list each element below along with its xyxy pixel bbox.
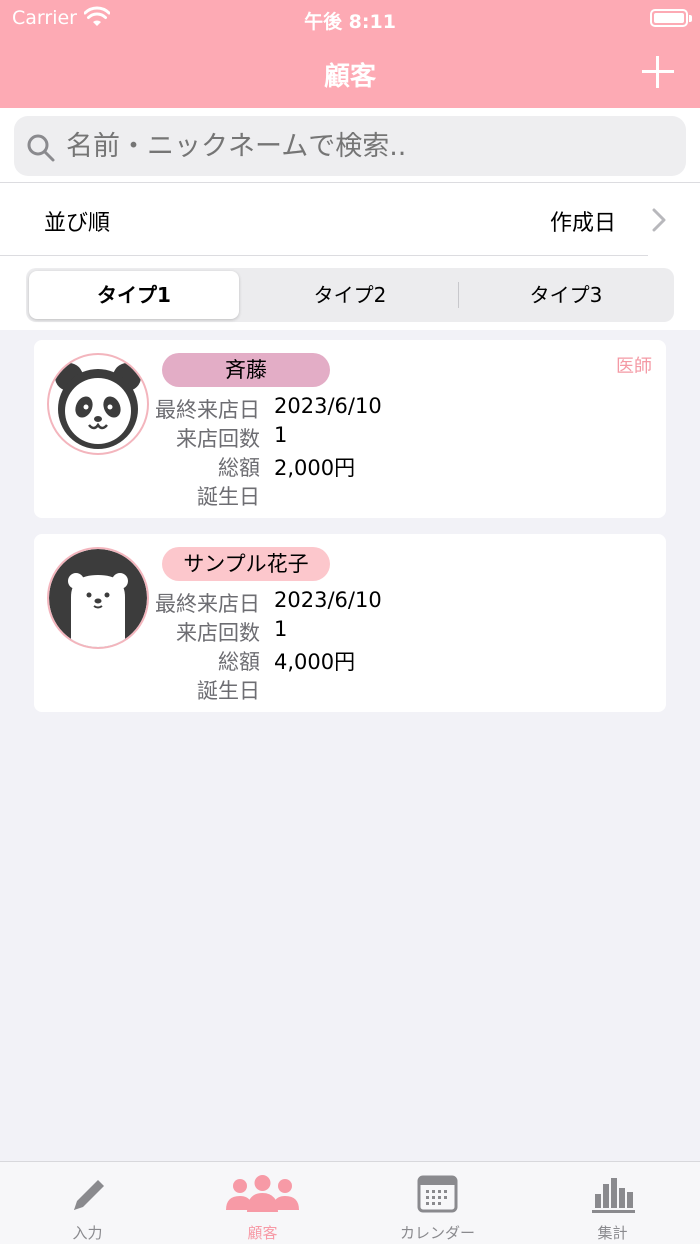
- search-bar: [0, 108, 700, 183]
- chevron-right-icon: [652, 208, 666, 232]
- tab-label: 入力: [72, 1224, 103, 1242]
- type-segmented-control: タイプ1 タイプ2 タイプ3: [26, 268, 674, 322]
- total-label: 総額: [218, 650, 260, 674]
- calendar-icon: [417, 1175, 458, 1213]
- add-customer-button[interactable]: [638, 52, 678, 92]
- status-time: 午後 8:11: [304, 11, 396, 33]
- total-value: 2,000円: [274, 456, 356, 480]
- tab-label: 顧客: [247, 1224, 278, 1242]
- tab-label: カレンダー: [399, 1224, 475, 1242]
- page-title: 顧客: [323, 62, 376, 92]
- tab-label: 集計: [597, 1224, 628, 1242]
- last-visit-value: 2023/6/10: [274, 588, 382, 612]
- customer-card[interactable]: サンプル花子 最終来店日 2023/6/10 来店回数 1 総額 4,000円 …: [34, 534, 666, 712]
- customer-name-badge: 斉藤: [162, 353, 330, 387]
- segment-type3[interactable]: タイプ3: [461, 271, 671, 319]
- tab-input[interactable]: 入力: [0, 1162, 175, 1244]
- segment-type2[interactable]: タイプ2: [245, 271, 455, 319]
- bar-chart-icon: [592, 1178, 635, 1213]
- pencil-icon: [74, 1180, 104, 1210]
- people-icon: [226, 1175, 299, 1212]
- sort-value: 作成日: [549, 211, 616, 236]
- visit-count-label: 来店回数: [176, 427, 260, 451]
- sort-label: 並び順: [44, 211, 111, 236]
- tab-customers[interactable]: 顧客: [175, 1162, 350, 1244]
- search-icon: [27, 134, 55, 162]
- visit-count-value: 1: [274, 423, 288, 447]
- battery-icon: [650, 9, 692, 27]
- customer-type-tag: 医師: [616, 356, 652, 377]
- last-visit-value: 2023/6/10: [274, 394, 382, 418]
- birthday-label: 誕生日: [197, 485, 260, 509]
- search-input[interactable]: [14, 116, 686, 176]
- sort-order-row[interactable]: 並び順 作成日: [0, 183, 700, 256]
- birthday-label: 誕生日: [197, 679, 260, 703]
- last-visit-label: 最終来店日: [155, 398, 260, 422]
- total-label: 総額: [218, 456, 260, 480]
- customer-name-badge: サンプル花子: [162, 547, 330, 581]
- segment-divider: [458, 282, 459, 308]
- panda-icon: [47, 353, 149, 455]
- status-bar: Carrier 午後 8:11: [0, 0, 700, 36]
- total-value: 4,000円: [274, 650, 356, 674]
- customer-card[interactable]: 斉藤 医師 最終来店日 2023/6/10 来店回数 1 総額 2,000円 誕…: [34, 340, 666, 518]
- type-filter-area: タイプ1 タイプ2 タイプ3: [0, 256, 700, 330]
- navigation-bar: Carrier 午後 8:11 顧客: [0, 0, 700, 108]
- last-visit-label: 最終来店日: [155, 592, 260, 616]
- tab-calendar[interactable]: カレンダー: [350, 1162, 525, 1244]
- segment-type1[interactable]: タイプ1: [29, 271, 239, 319]
- tab-bar: 入力 顧客 カレンダー 集計: [0, 1161, 700, 1244]
- bear-icon: [47, 547, 149, 649]
- tab-summary[interactable]: 集計: [525, 1162, 700, 1244]
- visit-count-label: 来店回数: [176, 621, 260, 645]
- visit-count-value: 1: [274, 617, 288, 641]
